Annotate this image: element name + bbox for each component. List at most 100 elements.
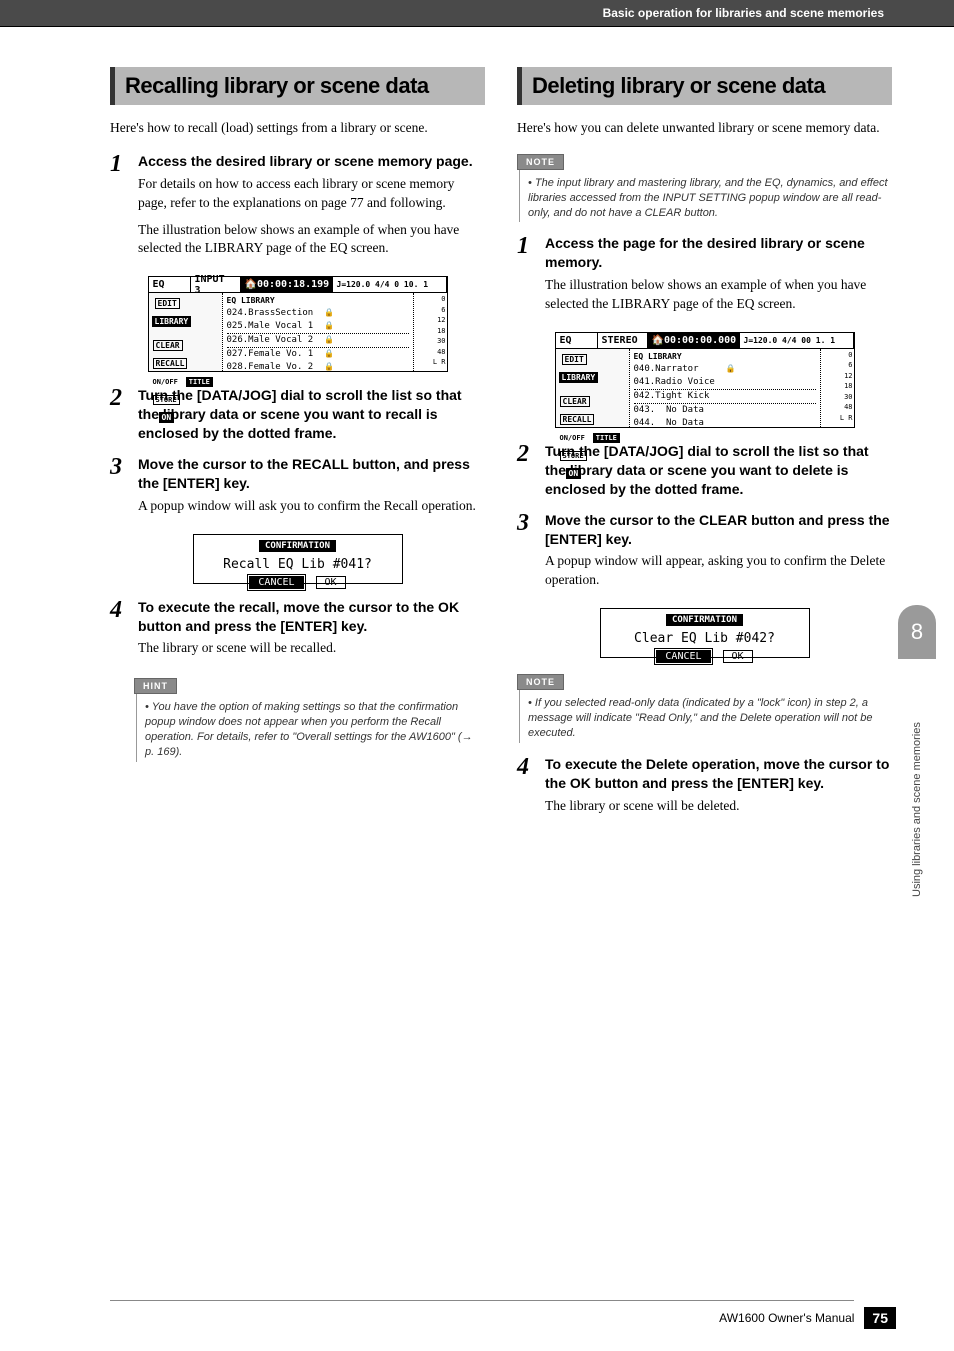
- ss-list: EQ LIBRARY 024.BrassSection 🔒 025.Male V…: [223, 293, 413, 371]
- store-button[interactable]: STORE: [560, 451, 587, 461]
- step-number: 2: [517, 442, 535, 503]
- left-section-title: Recalling library or scene data: [115, 67, 485, 105]
- side-tab: 8 Using libraries and scene memories: [898, 605, 936, 905]
- step-number: 3: [110, 455, 128, 524]
- list-item[interactable]: 024.BrassSection 🔒: [227, 307, 409, 320]
- confirm-popup-screenshot-delete: CONFIRMATION Clear EQ Lib #042? CANCEL O…: [600, 608, 810, 658]
- confirm-buttons: CANCEL OK: [601, 650, 809, 663]
- recall-button[interactable]: RECALL: [153, 358, 188, 369]
- meter-val: 0: [415, 294, 446, 305]
- meter-val: 12: [415, 315, 446, 326]
- ss-left-panel: EDIT LIBRARY CLEAR RECALL ON/OFF TITLE S…: [149, 293, 223, 371]
- title-button[interactable]: TITLE: [186, 377, 213, 387]
- clear-button[interactable]: CLEAR: [153, 340, 183, 351]
- list-item[interactable]: 025.Male Vocal 1 🔒: [227, 320, 409, 333]
- ss-screen-name: EQ: [149, 277, 191, 292]
- list-item-selected[interactable]: 042.Tight Kick: [634, 389, 816, 404]
- list-item[interactable]: 027.Female Vo. 1 🔒: [227, 348, 409, 361]
- meter-val: 6: [822, 360, 853, 371]
- meter-val: 48: [415, 347, 446, 358]
- clear-button[interactable]: CLEAR: [560, 396, 590, 407]
- store-button[interactable]: STORE: [153, 395, 180, 405]
- ss-channel: STEREO: [598, 333, 648, 348]
- left-step-4: 4 To execute the recall, move the cursor…: [110, 598, 485, 667]
- step-body: To execute the recall, move the cursor t…: [138, 598, 485, 667]
- chapter-title: Using libraries and scene memories: [911, 667, 923, 897]
- library-button[interactable]: LIBRARY: [152, 316, 192, 327]
- meter-val: 18: [415, 326, 446, 337]
- footer-rule: [110, 1300, 854, 1301]
- meter-val: 12: [822, 371, 853, 382]
- lock-icon: 🔒: [726, 364, 736, 373]
- ok-button[interactable]: OK: [316, 576, 346, 589]
- list-item-label: 026.Male Vocal 2: [227, 335, 314, 345]
- note-text: • The input library and mastering librar…: [528, 176, 888, 221]
- cancel-button[interactable]: CANCEL: [249, 576, 303, 589]
- on-button[interactable]: ON: [566, 468, 582, 479]
- note-text-content: If you selected read-only data (indicate…: [528, 697, 873, 739]
- recall-button[interactable]: RECALL: [560, 414, 595, 425]
- list-item[interactable]: 044. No Data: [634, 417, 816, 430]
- lock-icon: 🔒: [324, 308, 334, 317]
- meter-val: 30: [415, 336, 446, 347]
- list-item-label: 042.Tight Kick: [634, 391, 710, 401]
- left-column: Recalling library or scene data Here's h…: [110, 67, 485, 831]
- step-number: 3: [517, 511, 535, 599]
- meter-val: 30: [822, 392, 853, 403]
- list-item[interactable]: 043. No Data: [634, 404, 816, 417]
- note-label: NOTE: [517, 674, 564, 690]
- meter-val: 48: [822, 402, 853, 413]
- page-footer: AW1600 Owner's Manual 75: [719, 1307, 896, 1329]
- library-type-label: EQ LIBRARY: [634, 351, 816, 363]
- edit-button[interactable]: EDIT: [155, 298, 180, 309]
- meter-val: 6: [415, 305, 446, 316]
- list-item[interactable]: 040.Narrator 🔒: [634, 363, 816, 376]
- edit-button[interactable]: EDIT: [562, 354, 587, 365]
- right-section-title: Deleting library or scene data: [522, 67, 892, 105]
- confirm-box: CONFIRMATION Recall EQ Lib #041? CANCEL …: [194, 535, 402, 589]
- list-item[interactable]: 028.Female Vo. 2 🔒: [227, 361, 409, 374]
- step-body: Move the cursor to the CLEAR button and …: [545, 511, 892, 599]
- confirm-question: Clear EQ Lib #042?: [601, 631, 809, 646]
- step-heading: Access the page for the desired library …: [545, 234, 892, 272]
- ss-timecode: 🏠 00:00:18.199: [241, 277, 333, 292]
- right-step-4: 4 To execute the Delete operation, move …: [517, 755, 892, 824]
- confirm-title: CONFIRMATION: [259, 540, 336, 552]
- title-button[interactable]: TITLE: [593, 433, 620, 443]
- on-button[interactable]: ON: [159, 412, 175, 423]
- ss-screen-name: EQ: [556, 333, 598, 348]
- step-text: The illustration below shows an example …: [545, 276, 892, 314]
- ss-body: EDIT LIBRARY CLEAR RECALL ON/OFF TITLE S…: [556, 349, 854, 427]
- list-item-selected[interactable]: 026.Male Vocal 2 🔒: [227, 333, 409, 348]
- library-button[interactable]: LIBRARY: [559, 372, 599, 383]
- step-body: To execute the Delete operation, move th…: [545, 755, 892, 824]
- step-body: Access the page for the desired library …: [545, 234, 892, 322]
- page-content: Recalling library or scene data Here's h…: [0, 27, 954, 831]
- ss-timecode: 🏠 00:00:00.000: [648, 333, 740, 348]
- list-item-label: 028.Female Vo. 2: [227, 362, 314, 372]
- hint-box: HINT • You have the option of making set…: [134, 676, 485, 761]
- list-item[interactable]: 041.Radio Voice: [634, 376, 816, 389]
- hint-body: • You have the option of making settings…: [136, 694, 485, 761]
- onoff-label: ON/OFF: [560, 434, 585, 442]
- step-text: The illustration below shows an example …: [138, 221, 485, 259]
- left-title-wrap: Recalling library or scene data: [110, 67, 485, 105]
- ss-body: EDIT LIBRARY CLEAR RECALL ON/OFF TITLE S…: [149, 293, 447, 371]
- confirm-buttons: CANCEL OK: [194, 576, 402, 589]
- right-title-wrap: Deleting library or scene data: [517, 67, 892, 105]
- note-body: • The input library and mastering librar…: [519, 170, 892, 223]
- meter-val: 0: [822, 350, 853, 361]
- hint-text-content: You have the option of making settings s…: [145, 701, 473, 758]
- note-box-2: NOTE • If you selected read-only data (i…: [517, 672, 892, 743]
- list-item-label: 041.Radio Voice: [634, 377, 715, 387]
- step-number: 4: [517, 755, 535, 824]
- note-box-1: NOTE • The input library and mastering l…: [517, 152, 892, 223]
- ok-button[interactable]: OK: [723, 650, 753, 663]
- step-heading: To execute the Delete operation, move th…: [545, 755, 892, 793]
- note-text: • If you selected read-only data (indica…: [528, 696, 888, 741]
- list-item-label: 040.Narrator: [634, 364, 699, 374]
- library-type-label: EQ LIBRARY: [227, 295, 409, 307]
- cancel-button[interactable]: CANCEL: [656, 650, 710, 663]
- hint-text: • You have the option of making settings…: [145, 700, 481, 759]
- note-body: • If you selected read-only data (indica…: [519, 690, 892, 743]
